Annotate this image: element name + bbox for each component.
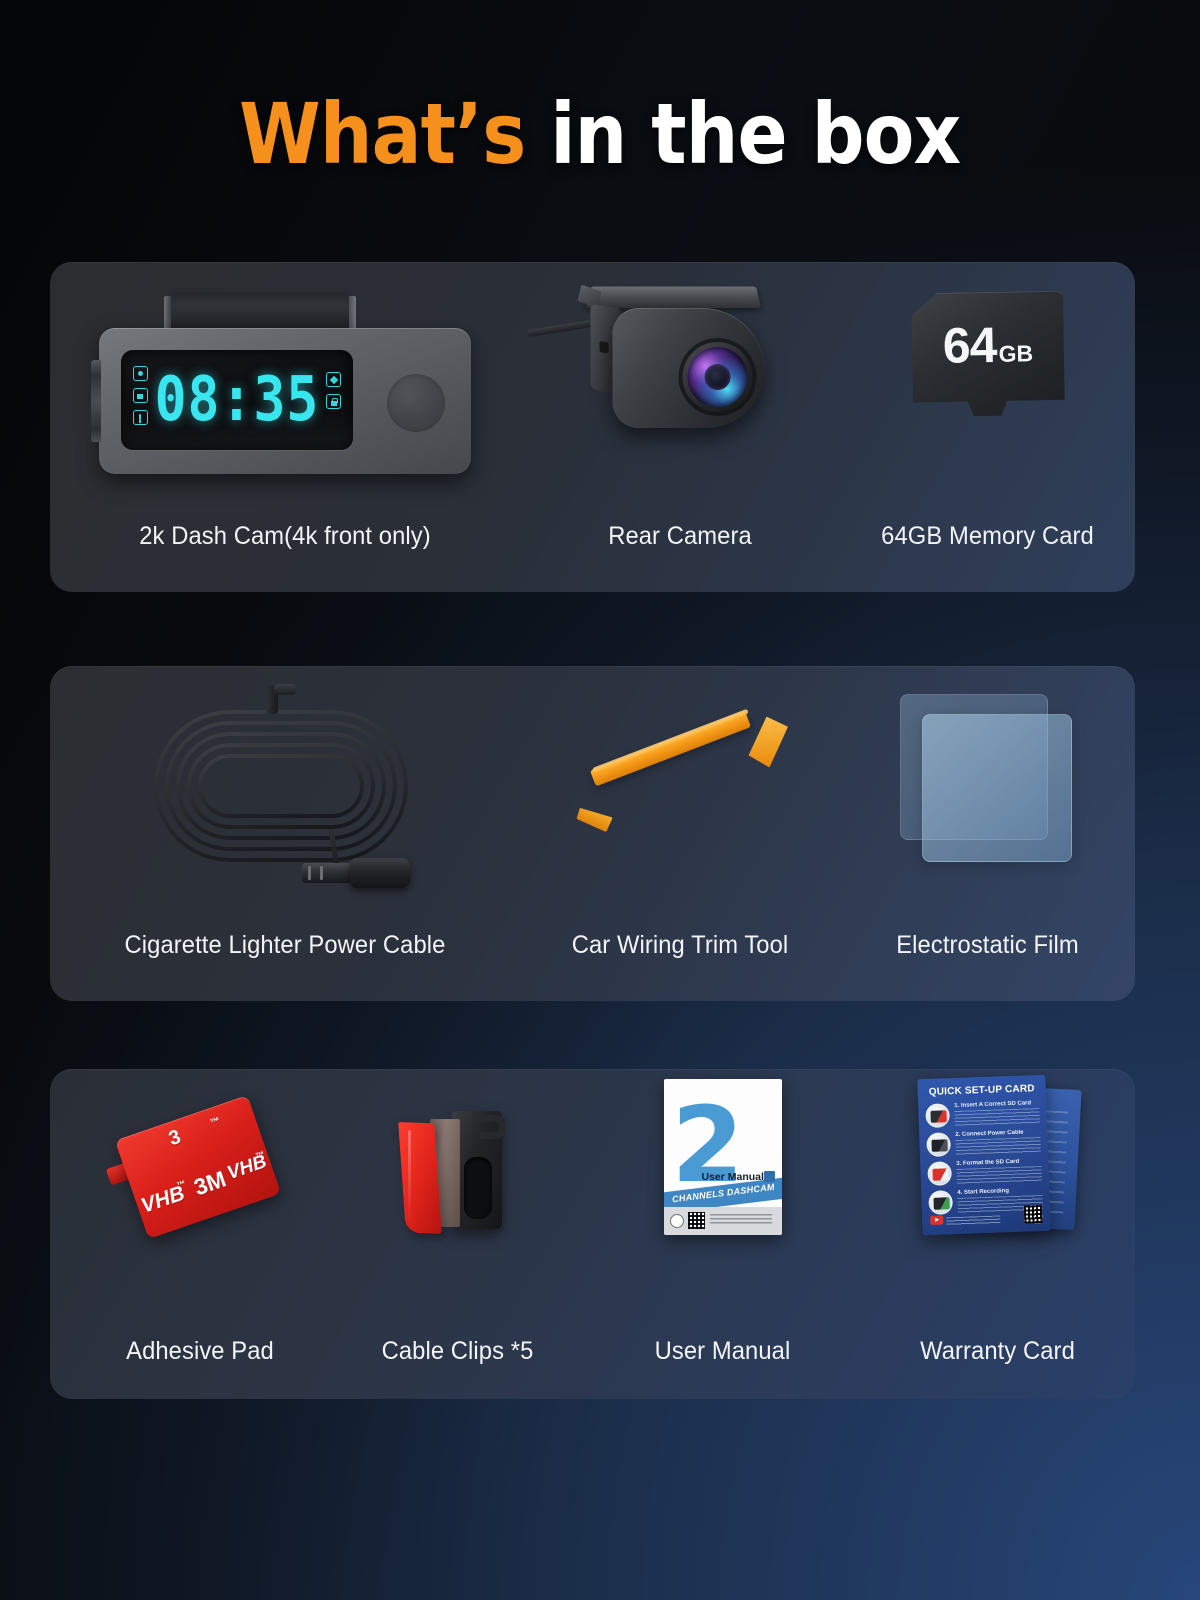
whats-in-the-box-page: What’s in the box 08:35 2k Dash Cam(4k f… xyxy=(0,0,1200,1600)
start-recording-photo-icon xyxy=(927,1190,953,1215)
product-panel-3: VHB 3M VHB 3 ™ ™ ™ Adhesive Pad Cable Cl… xyxy=(50,1069,1135,1399)
product-panel-2: Cigarette Lighter Power Cable Car Wiring… xyxy=(50,666,1135,1001)
setup-step: 3. Format the SD Card xyxy=(926,1158,1042,1186)
page-title-rest: in the box xyxy=(525,85,961,183)
cable-coil-loop xyxy=(198,754,364,818)
item-label-trim-tool: Car Wiring Trim Tool xyxy=(571,931,789,959)
rear-camera-bracket xyxy=(586,286,761,309)
quick-setup-card: QUICK SET-UP CARD 1. Insert A Correct SD… xyxy=(916,1074,1051,1236)
record-icon xyxy=(133,366,148,381)
item-rear-camera[interactable]: Rear Camera xyxy=(520,262,840,592)
dash-cam-status-right xyxy=(326,372,341,409)
rear-camera-lens xyxy=(687,347,748,407)
rear-camera-wire xyxy=(526,319,593,338)
page-title-accent: What’s xyxy=(239,85,526,183)
item-cable-clips[interactable]: Cable Clips *5 xyxy=(330,1069,585,1399)
item-warranty-card[interactable]: QUICK SET-UP CARD 1. Insert A Correct SD… xyxy=(860,1069,1135,1399)
qr-code-icon xyxy=(687,1212,705,1229)
memory-card-number: 64 xyxy=(941,316,997,374)
item-dash-cam[interactable]: 08:35 2k Dash Cam(4k front only) xyxy=(50,262,520,592)
adhesive-pad-card: VHB 3M VHB 3 ™ ™ ™ xyxy=(114,1095,282,1239)
item-user-manual[interactable]: 2 CHANNELS DASHCAM User Manual User Manu… xyxy=(585,1069,860,1399)
item-trim-tool[interactable]: Car Wiring Trim Tool xyxy=(520,666,840,1001)
setup-step-body xyxy=(954,1137,1041,1155)
trim-tool-shaft xyxy=(589,711,752,787)
item-power-cable[interactable]: Cigarette Lighter Power Cable xyxy=(50,666,520,1001)
item-label-cable-clips: Cable Clips *5 xyxy=(381,1337,534,1365)
cigarette-lighter-plug xyxy=(302,858,410,888)
item-memory-card[interactable]: 64GB 64GB Memory Card xyxy=(840,262,1135,592)
page-title: What’s in the box xyxy=(0,92,1200,176)
dash-cam-screen: 08:35 xyxy=(121,350,353,450)
item-adhesive-pad[interactable]: VHB 3M VHB 3 ™ ™ ™ Adhesive Pad xyxy=(70,1069,330,1399)
item-label-electrostatic-film: Electrostatic Film xyxy=(896,931,1079,959)
rear-camera-lens-ring xyxy=(678,338,757,416)
dash-cam-body: 08:35 xyxy=(91,328,471,474)
quick-setup-card-title: QUICK SET-UP CARD xyxy=(928,1083,1035,1098)
adhesive-brand-3: 3 xyxy=(166,1125,184,1151)
format-card-photo-icon xyxy=(926,1161,952,1186)
item-label-user-manual: User Manual xyxy=(654,1337,791,1365)
trim-tool-tip-left xyxy=(575,804,613,832)
film-sheet-front xyxy=(921,714,1072,862)
setup-step-body xyxy=(953,1108,1040,1126)
gps-icon xyxy=(326,372,341,387)
item-label-rear-camera: Rear Camera xyxy=(608,522,752,550)
setup-step: 1. Insert A Correct SD Card xyxy=(924,1100,1040,1129)
sd-card-icon xyxy=(133,388,148,403)
setup-step: 2. Connect Power Cable xyxy=(925,1129,1041,1157)
trim-tool-tip-right xyxy=(747,715,789,769)
setup-step-body xyxy=(955,1166,1042,1184)
clip-hook xyxy=(479,1115,506,1139)
dash-cam-lens-icon xyxy=(387,374,445,432)
plug-barrel xyxy=(350,858,410,888)
power-cable-photo-icon xyxy=(925,1132,951,1157)
product-panel-1: 08:35 2k Dash Cam(4k front only) Rear Ca… xyxy=(50,262,1135,592)
item-label-adhesive-pad: Adhesive Pad xyxy=(126,1337,274,1365)
manual-cover: 2 CHANNELS DASHCAM User Manual xyxy=(663,1079,782,1235)
item-electrostatic-film[interactable]: Electrostatic Film xyxy=(840,666,1135,1001)
item-label-power-cable: Cigarette Lighter Power Cable xyxy=(124,931,446,959)
clip-slot xyxy=(463,1157,492,1219)
item-label-dash-cam: 2k Dash Cam(4k front only) xyxy=(139,522,431,550)
dash-cam-side-button xyxy=(91,360,101,442)
trim-tool-highlight xyxy=(592,708,749,773)
cable-device-connector xyxy=(266,684,296,714)
manual-footer xyxy=(663,1207,782,1235)
sd-card-photo-icon xyxy=(924,1103,950,1129)
setup-card-footer-text xyxy=(945,1215,1000,1226)
trademark-icon: ™ xyxy=(175,1178,188,1191)
trademark-icon: ™ xyxy=(208,1115,222,1130)
manual-badge-icon xyxy=(763,1171,775,1182)
lock-icon xyxy=(326,394,341,409)
dash-cam-clock: 08:35 xyxy=(154,364,320,436)
memory-card-unit: GB xyxy=(997,340,1033,367)
item-label-memory-card: 64GB Memory Card xyxy=(881,522,1094,550)
adhesive-brand-3m: 3M xyxy=(190,1165,230,1201)
memory-card-capacity: 64GB xyxy=(911,315,1064,376)
rear-camera-body xyxy=(612,308,765,428)
youtube-icon xyxy=(929,1215,943,1225)
dash-cam-status-left xyxy=(133,366,148,425)
manual-seal-icon xyxy=(669,1214,684,1228)
manual-footer-text xyxy=(709,1214,772,1226)
microphone-icon xyxy=(133,410,148,425)
item-label-warranty-card: Warranty Card xyxy=(920,1337,1075,1365)
manual-cover-title: User Manual xyxy=(701,1171,764,1183)
qr-code-icon xyxy=(1023,1205,1042,1224)
clip-red-liner xyxy=(397,1122,442,1234)
